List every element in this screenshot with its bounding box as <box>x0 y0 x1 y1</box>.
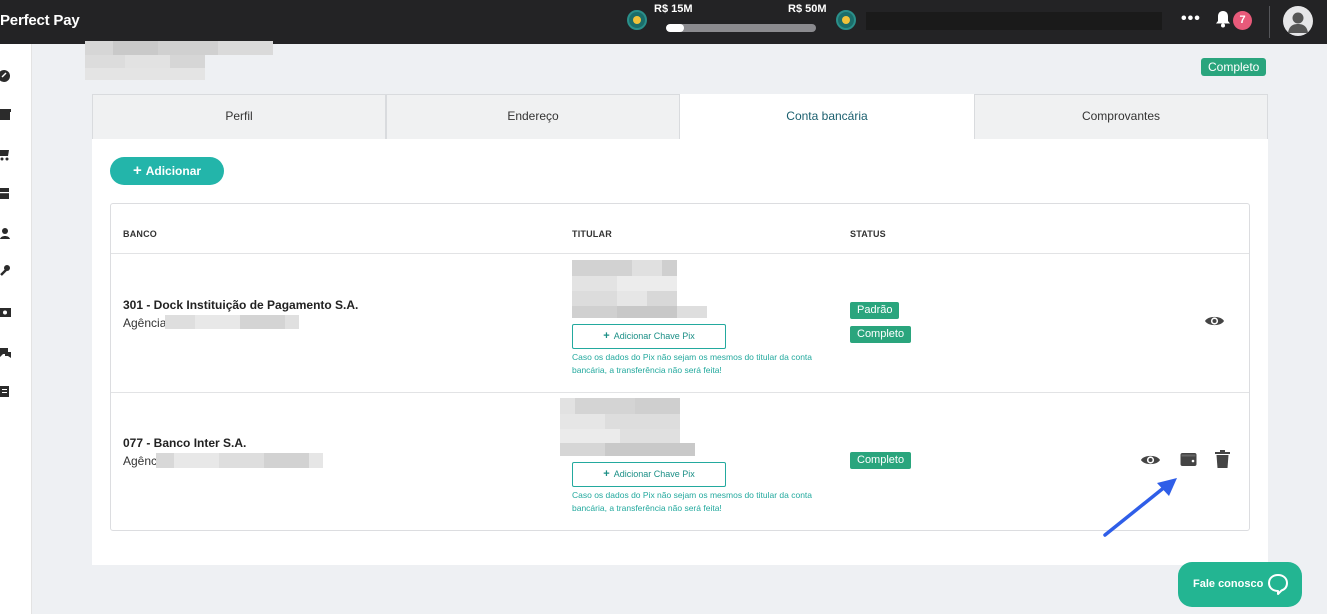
more-options-button[interactable]: ••• <box>1181 10 1201 28</box>
tab-endereco[interactable]: Endereço <box>386 94 680 139</box>
tab-bar: Perfil Endereço Conta bancária Comprovan… <box>92 94 1268 139</box>
eye-icon[interactable] <box>1140 453 1161 472</box>
chat-support-button[interactable]: Fale conosco <box>1178 562 1302 607</box>
milestone-left-label: R$ 15M <box>654 3 693 15</box>
add-button-label: Adicionar <box>145 164 202 178</box>
chat-bubble-icon <box>1267 573 1289 598</box>
bank-name: 301 - Dock Instituição de Pagamento S.A. <box>123 298 359 312</box>
plus-icon: + <box>603 330 610 342</box>
tab-perfil[interactable]: Perfil <box>92 94 386 139</box>
book-icon[interactable] <box>0 385 12 398</box>
redacted-field <box>866 12 1162 30</box>
trash-icon[interactable] <box>1215 450 1230 473</box>
revenue-progress-fill <box>666 24 684 32</box>
store-icon[interactable] <box>0 108 12 121</box>
add-pix-key-button[interactable]: + Adicionar Chave Pix <box>572 324 726 349</box>
add-pix-key-button[interactable]: + Adicionar Chave Pix <box>572 462 726 487</box>
column-header-banco: BANCO <box>123 229 157 239</box>
plus-icon: + <box>603 468 610 480</box>
add-bank-account-button[interactable]: + Adicionar <box>110 157 224 185</box>
add-pix-key-label: Adicionar Chave Pix <box>613 331 695 341</box>
agencia-label: Agência <box>123 316 167 330</box>
pix-warning-note: Caso os dados do Pix não sejam os mesmos… <box>572 490 813 513</box>
column-header-titular: TITULAR <box>572 229 612 239</box>
chat-bubbles-icon[interactable] <box>0 346 12 359</box>
coin-icon <box>836 10 856 30</box>
annotation-arrow <box>1100 476 1180 543</box>
plus-icon: + <box>132 162 142 179</box>
milestone-right-label: R$ 50M <box>788 3 827 15</box>
row-divider <box>111 253 1249 254</box>
coin-icon <box>627 10 647 30</box>
agencia-label: Agênc <box>123 454 158 468</box>
revenue-progress-bar <box>666 24 816 32</box>
dashboard-icon[interactable] <box>0 69 12 82</box>
row-divider <box>111 392 1249 393</box>
notification-count-badge: 7 <box>1233 11 1252 30</box>
wallet-icon[interactable] <box>1180 451 1197 472</box>
add-pix-key-label: Adicionar Chave Pix <box>613 469 695 479</box>
top-bar: Perfect Pay R$ 15M R$ 50M ••• 7 <box>0 0 1327 44</box>
box-icon[interactable] <box>0 187 12 200</box>
tab-comprovantes[interactable]: Comprovantes <box>974 94 1268 139</box>
user-avatar[interactable] <box>1283 6 1313 36</box>
money-icon[interactable] <box>0 306 12 319</box>
column-header-status: STATUS <box>850 229 886 239</box>
topbar-divider <box>1269 6 1270 38</box>
bell-icon[interactable] <box>1215 10 1231 28</box>
status-badge: Completo <box>850 452 912 469</box>
chat-support-label: Fale conosco <box>1193 578 1264 590</box>
brand-logo[interactable]: Perfect Pay <box>0 12 80 29</box>
bank-name: 077 - Banco Inter S.A. <box>123 436 247 450</box>
cart-icon[interactable] <box>0 148 12 161</box>
sidebar <box>0 44 32 614</box>
wrench-icon[interactable] <box>0 264 12 277</box>
status-badge: Padrão <box>850 302 900 319</box>
account-status-badge: Completo <box>1201 58 1267 76</box>
eye-icon[interactable] <box>1204 314 1225 333</box>
tab-conta-bancaria[interactable]: Conta bancária <box>680 94 974 139</box>
status-badge: Completo <box>850 326 912 343</box>
pix-warning-note: Caso os dados do Pix não sejam os mesmos… <box>572 352 813 375</box>
users-icon[interactable] <box>0 227 12 240</box>
